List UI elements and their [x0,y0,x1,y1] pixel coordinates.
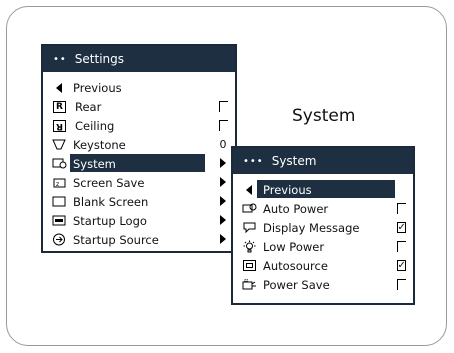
menu-item-system[interactable]: System [43,154,235,173]
menu-item-label: Startup Logo [73,213,147,228]
menu-item-startup-source[interactable]: Startup Source [43,230,235,249]
power-save-checkbox[interactable] [395,278,407,290]
screen-save-icon: z [51,176,67,190]
menu-item-label: Startup Source [73,232,159,247]
svg-text:zz: zz [244,278,248,283]
startup-logo-icon [51,214,67,228]
menu-item-ceiling[interactable]: R Ceiling [43,116,235,135]
keystone-value: 0 [219,137,227,151]
blank-screen-icon [51,195,67,209]
ceiling-checkbox[interactable] [217,119,229,131]
menu-item-label: Rear [75,99,102,114]
menu-dots-icon: •• [53,53,67,65]
settings-menu-title: Settings [74,52,125,66]
low-power-icon [241,240,257,254]
display-message-icon [241,221,257,235]
menu-item-auto-power[interactable]: Auto Power [233,199,413,218]
settings-menu: •• Settings Previous R Rear R Ceiling Ke… [41,44,237,253]
menu-item-power-save[interactable]: zz Power Save [233,275,413,294]
menu-item-low-power[interactable]: Low Power [233,237,413,256]
menu-item-previous[interactable]: Previous [43,78,235,97]
menu-item-label: Previous [73,80,122,95]
menu-item-label: System [73,156,116,171]
menu-item-startup-logo[interactable]: Startup Logo [43,211,235,230]
submenu-arrow-icon [217,214,229,226]
submenu-arrow-icon [217,157,229,169]
system-menu-header: ••• System [233,148,413,174]
menu-item-screen-save[interactable]: z Screen Save [43,173,235,192]
system-icon [51,157,67,171]
system-menu-title: System [271,154,317,168]
auto-power-icon [241,202,257,216]
menu-item-label: Display Message [263,220,360,235]
display-message-checkbox[interactable]: ✓ [395,221,407,233]
menu-item-label: Power Save [263,277,330,292]
submenu-caption: System [292,106,356,126]
keystone-icon [51,138,67,152]
rear-checkbox[interactable] [217,100,229,112]
submenu-arrow-icon [217,176,229,188]
menu-item-display-message[interactable]: Display Message ✓ [233,218,413,237]
menu-item-label: Auto Power [263,201,329,216]
svg-text:z: z [56,181,59,188]
startup-source-icon [51,233,67,247]
ceiling-icon: R [53,119,66,132]
submenu-arrow-icon [217,233,229,245]
menu-dots-icon: ••• [243,155,264,167]
back-arrow-icon [241,183,257,197]
system-menu: ••• System Previous Auto Power Display M… [231,146,415,305]
autosource-checkbox[interactable]: ✓ [395,259,407,271]
menu-item-label: Previous [263,182,312,197]
menu-item-previous[interactable]: Previous [233,180,413,199]
menu-item-label: Screen Save [73,175,145,190]
settings-menu-header: •• Settings [43,46,235,72]
back-arrow-icon [51,81,67,95]
menu-item-keystone[interactable]: Keystone 0 [43,135,235,154]
menu-item-label: Keystone [73,137,126,152]
power-save-icon: zz [241,278,257,292]
auto-power-checkbox[interactable] [395,202,407,214]
menu-item-label: Blank Screen [73,194,149,209]
menu-item-label: Autosource [263,258,328,273]
submenu-arrow-icon [217,195,229,207]
rear-icon: R [53,100,66,113]
menu-item-autosource[interactable]: Autosource ✓ [233,256,413,275]
menu-item-blank-screen[interactable]: Blank Screen [43,192,235,211]
autosource-icon [241,259,257,273]
menu-item-label: Ceiling [75,118,115,133]
menu-item-label: Low Power [263,239,325,254]
low-power-checkbox[interactable] [395,240,407,252]
menu-item-rear[interactable]: R Rear [43,97,235,116]
